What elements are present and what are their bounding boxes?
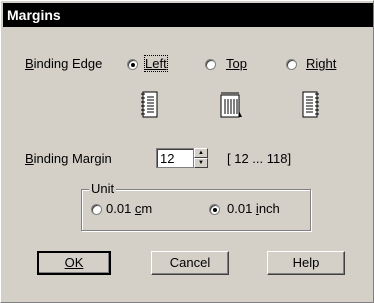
binding-margin-input[interactable]: 12 [156, 148, 194, 168]
unit-group-label: Unit [89, 181, 117, 196]
ok-label: OK [64, 255, 84, 270]
unit-inch-label[interactable]: 0.01 inch [227, 201, 280, 216]
cancel-label: Cancel [169, 255, 211, 270]
unit-cm-label[interactable]: 0.01 cm [106, 201, 152, 216]
binding-right-radio[interactable] [286, 59, 297, 70]
margins-dialog: Margins Binding Edge Left Top Right Bind… [0, 0, 374, 303]
binding-left-page-icon [141, 91, 158, 118]
title-bar[interactable]: Margins [3, 3, 373, 27]
margin-range-text: [ 12 ... 118] [227, 151, 292, 166]
window-title: Margins [7, 7, 61, 23]
spin-down-button[interactable]: ▼ [194, 158, 208, 168]
binding-right-page-icon [302, 91, 319, 118]
help-button[interactable]: Help [267, 251, 345, 275]
unit-cm-radio[interactable] [91, 204, 102, 215]
spin-up-button[interactable]: ▲ [194, 148, 208, 158]
unit-inch-radio[interactable] [209, 204, 220, 215]
binding-edge-label: Binding Edge [25, 56, 103, 71]
binding-left-radio[interactable] [127, 59, 138, 70]
cancel-button[interactable]: Cancel [151, 251, 229, 275]
binding-top-radio[interactable] [205, 59, 216, 70]
binding-top-label[interactable]: Top [226, 56, 247, 71]
ok-button[interactable]: OK [37, 251, 111, 275]
binding-top-page-icon [220, 92, 242, 118]
binding-margin-label: Binding Margin [25, 151, 112, 166]
help-label: Help [292, 255, 320, 270]
binding-left-label[interactable]: Left [144, 55, 168, 72]
binding-right-label[interactable]: Right [306, 56, 336, 71]
